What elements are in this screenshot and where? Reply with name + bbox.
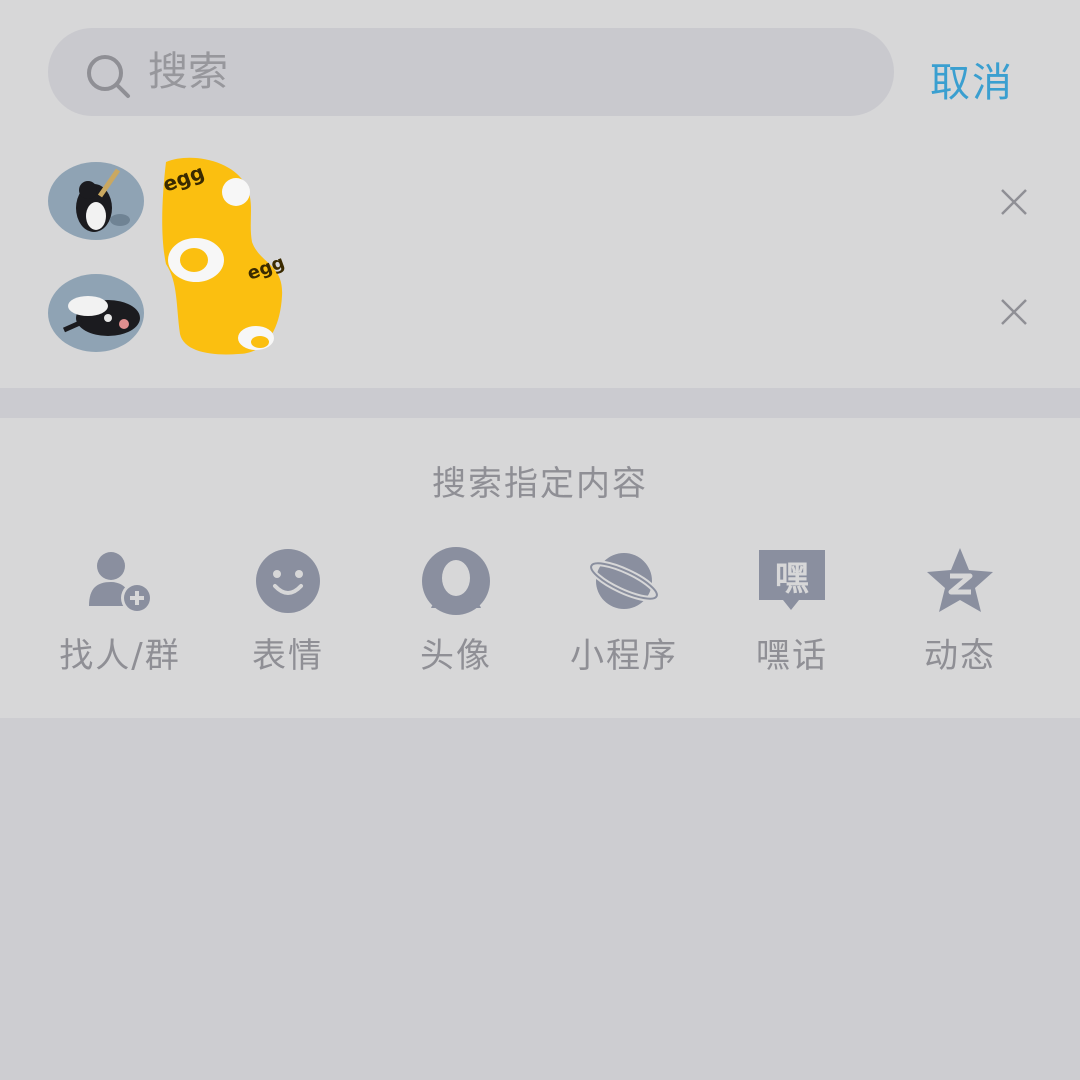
- section-title: 搜索指定内容: [432, 464, 648, 504]
- search-input[interactable]: [148, 28, 848, 116]
- category-find-people[interactable]: 找人/群: [40, 546, 200, 676]
- category-stickers[interactable]: 表情: [208, 546, 368, 676]
- close-icon[interactable]: [998, 186, 1030, 218]
- category-moments[interactable]: 动态: [880, 546, 1040, 676]
- add-person-icon: [89, 552, 153, 614]
- cancel-button[interactable]: 取消: [930, 50, 1014, 108]
- svg-text:嘿: 嘿: [775, 559, 809, 599]
- search-bar[interactable]: [48, 28, 894, 116]
- category-label: 动态: [924, 636, 996, 676]
- category-label: 找人/群: [59, 636, 181, 676]
- redaction-overlay: egg egg: [160, 157, 286, 355]
- category-label: 头像: [420, 636, 492, 676]
- avatar: [48, 274, 144, 352]
- section-divider: [0, 388, 1080, 418]
- empty-area: [0, 718, 1080, 1080]
- category-avatars[interactable]: 头像: [376, 546, 536, 676]
- close-icon[interactable]: [998, 296, 1030, 328]
- penguin-avatar-icon: [48, 274, 144, 352]
- category-label: 表情: [252, 636, 324, 676]
- category-mini-programs[interactable]: 小程序: [544, 546, 704, 676]
- category-label: 嘿话: [756, 636, 828, 676]
- search-icon: [87, 55, 130, 98]
- search-page: 取消: [0, 0, 1080, 1080]
- avatar-icon: [422, 547, 490, 615]
- penguin-avatar-icon: [48, 162, 144, 240]
- avatar: [48, 162, 144, 240]
- planet-icon: [589, 553, 659, 609]
- specified-search-panel: 搜索指定内容 找人/群 表情 头像 小程序 嘿 嘿话 动态: [0, 418, 1080, 718]
- speech-bubble-icon: 嘿: [759, 550, 825, 610]
- search-header-area: 取消: [0, 0, 1080, 388]
- category-heihua[interactable]: 嘿 嘿话: [712, 546, 872, 676]
- category-label: 小程序: [570, 636, 678, 676]
- smiley-icon: [256, 549, 320, 613]
- star-icon: [927, 548, 993, 612]
